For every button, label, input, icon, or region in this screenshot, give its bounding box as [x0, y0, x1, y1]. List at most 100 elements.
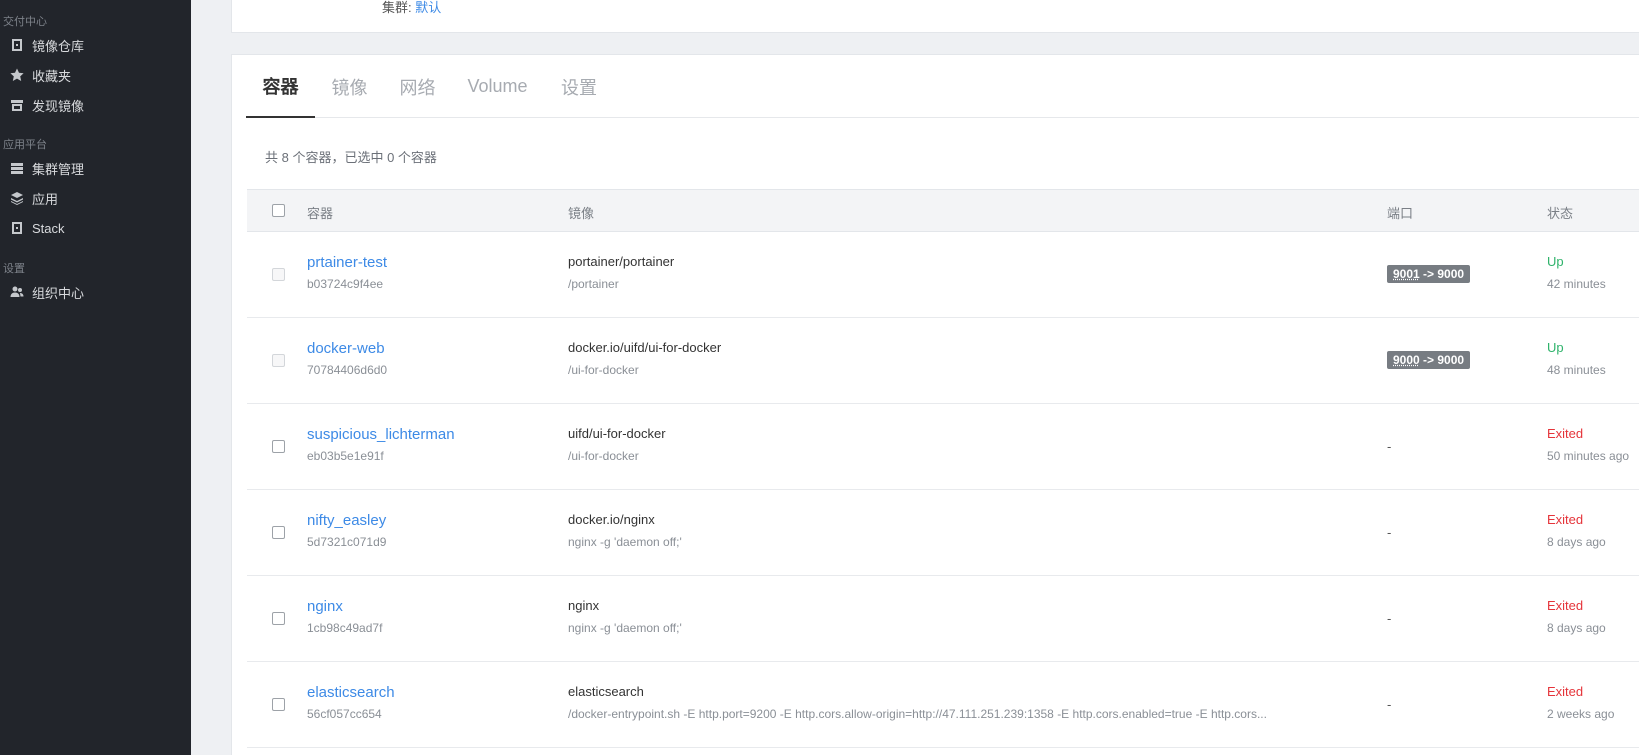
status-cell: Exited 2 weeks ago — [1547, 684, 1614, 721]
port-cell: 9001 -> 9000 — [1387, 265, 1470, 283]
port-cell: - — [1387, 610, 1391, 628]
sidebar-item-label: 镜像仓库 — [32, 36, 84, 55]
header-port: 端口 — [1387, 203, 1413, 222]
image-command: /docker-entrypoint.sh -E http.port=9200 … — [568, 707, 1267, 721]
status-time: 2 weeks ago — [1547, 707, 1614, 721]
table-row: nginx 1cb98c49ad7f nginx nginx -g 'daemo… — [247, 576, 1639, 662]
status-time: 50 minutes ago — [1547, 449, 1629, 463]
status-cell: Up 48 minutes — [1547, 340, 1606, 377]
star-icon — [10, 68, 24, 82]
status-cell: Exited 8 days ago — [1547, 512, 1606, 549]
sidebar-section-settings: 设置 — [0, 261, 191, 277]
status-cell: Exited 8 days ago — [1547, 598, 1606, 635]
name-cell: nifty_easley 5d7321c071d9 — [307, 512, 386, 549]
header-status: 状态 — [1547, 203, 1573, 222]
sidebar-item-label: 集群管理 — [32, 159, 84, 178]
store-icon — [10, 98, 24, 112]
tab-containers[interactable]: 容器 — [246, 55, 315, 118]
image-command: /portainer — [568, 277, 674, 291]
sidebar-item-stack[interactable]: Stack — [0, 213, 191, 243]
table-header: 容器 镜像 端口 状态 — [247, 189, 1639, 232]
status-text: Exited — [1547, 598, 1606, 613]
port-badge[interactable]: 9001 -> 9000 — [1387, 265, 1470, 283]
image-name: docker.io/nginx — [568, 512, 682, 527]
port-badge[interactable]: 9000 -> 9000 — [1387, 351, 1470, 369]
tab-settings[interactable]: 设置 — [544, 55, 614, 118]
row-checkbox[interactable] — [272, 354, 285, 367]
users-icon — [10, 285, 24, 299]
status-text: Up — [1547, 254, 1606, 269]
host-port: 9000 — [1393, 353, 1420, 367]
image-command: /ui-for-docker — [568, 363, 721, 377]
sidebar-item-organization[interactable]: 组织中心 — [0, 277, 191, 307]
image-cell: docker.io/nginx nginx -g 'daemon off;' — [568, 512, 682, 549]
registry-icon — [10, 38, 24, 52]
image-cell: nginx nginx -g 'daemon off;' — [568, 598, 682, 635]
container-name-link[interactable]: docker-web — [307, 340, 387, 357]
cluster-label: 集群: — [382, 0, 412, 15]
row-checkbox[interactable] — [272, 698, 285, 711]
no-port: - — [1387, 439, 1391, 454]
row-checkbox[interactable] — [272, 268, 285, 281]
port-mapping: -> 9000 — [1420, 267, 1464, 281]
status-time: 8 days ago — [1547, 535, 1606, 549]
tab-volume[interactable]: Volume — [451, 55, 544, 118]
container-id: 5d7321c071d9 — [307, 535, 386, 549]
sidebar-item-label: Stack — [32, 221, 65, 236]
sidebar-section-delivery: 交付中心 — [0, 14, 191, 30]
no-port: - — [1387, 525, 1391, 540]
container-id: b03724c9f4ee — [307, 277, 387, 291]
cluster-line: 集群: 默认 — [382, 0, 441, 16]
row-checkbox[interactable] — [272, 612, 285, 625]
status-text: Exited — [1547, 426, 1629, 441]
image-cell: docker.io/uifd/ui-for-docker /ui-for-doc… — [568, 340, 721, 377]
port-mapping: -> 9000 — [1420, 353, 1464, 367]
select-all-checkbox[interactable] — [272, 204, 285, 217]
table-row: elasticsearch 56cf057cc654 elasticsearch… — [247, 662, 1639, 748]
sidebar-item-cluster[interactable]: 集群管理 — [0, 153, 191, 183]
sidebar-item-label: 收藏夹 — [32, 66, 71, 85]
sidebar: 交付中心 镜像仓库 收藏夹 发现镜像 应用平台 集群管理 应用 Stack 设置… — [0, 0, 191, 755]
no-port: - — [1387, 697, 1391, 712]
status-text: Exited — [1547, 684, 1614, 699]
row-checkbox[interactable] — [272, 440, 285, 453]
status-cell: Up 42 minutes — [1547, 254, 1606, 291]
name-cell: nginx 1cb98c49ad7f — [307, 598, 382, 635]
name-cell: docker-web 70784406d6d0 — [307, 340, 387, 377]
row-checkbox[interactable] — [272, 526, 285, 539]
image-name: elasticsearch — [568, 684, 1267, 699]
image-cell: elasticsearch /docker-entrypoint.sh -E h… — [568, 684, 1267, 721]
image-name: uifd/ui-for-docker — [568, 426, 666, 441]
status-time: 8 days ago — [1547, 621, 1606, 635]
containers-table: 容器 镜像 端口 状态 prtainer-test b03724c9f4ee p… — [247, 189, 1639, 748]
tab-images[interactable]: 镜像 — [315, 55, 384, 118]
sidebar-item-discover[interactable]: 发现镜像 — [0, 90, 191, 120]
cluster-link[interactable]: 默认 — [415, 0, 441, 15]
table-row: nifty_easley 5d7321c071d9 docker.io/ngin… — [247, 490, 1639, 576]
status-text: Up — [1547, 340, 1606, 355]
table-row: suspicious_lichterman eb03b5e1e91f uifd/… — [247, 404, 1639, 490]
status-time: 48 minutes — [1547, 363, 1606, 377]
port-cell: - — [1387, 438, 1391, 456]
container-id: eb03b5e1e91f — [307, 449, 455, 463]
header-image: 镜像 — [568, 203, 594, 222]
image-name: portainer/portainer — [568, 254, 674, 269]
tab-networks[interactable]: 网络 — [384, 55, 451, 118]
sidebar-item-favorites[interactable]: 收藏夹 — [0, 60, 191, 90]
no-port: - — [1387, 611, 1391, 626]
container-name-link[interactable]: nginx — [307, 598, 382, 615]
sidebar-item-registry[interactable]: 镜像仓库 — [0, 30, 191, 60]
container-id: 70784406d6d0 — [307, 363, 387, 377]
status-time: 42 minutes — [1547, 277, 1606, 291]
container-name-link[interactable]: suspicious_lichterman — [307, 426, 455, 443]
image-command: /ui-for-docker — [568, 449, 666, 463]
container-name-link[interactable]: prtainer-test — [307, 254, 387, 271]
container-name-link[interactable]: nifty_easley — [307, 512, 386, 529]
table-row: prtainer-test b03724c9f4ee portainer/por… — [247, 232, 1639, 318]
container-name-link[interactable]: elasticsearch — [307, 684, 395, 701]
image-cell: uifd/ui-for-docker /ui-for-docker — [568, 426, 666, 463]
sidebar-item-apps[interactable]: 应用 — [0, 183, 191, 213]
status-cell: Exited 50 minutes ago — [1547, 426, 1629, 463]
port-cell: 9000 -> 9000 — [1387, 351, 1470, 369]
image-command: nginx -g 'daemon off;' — [568, 621, 682, 635]
